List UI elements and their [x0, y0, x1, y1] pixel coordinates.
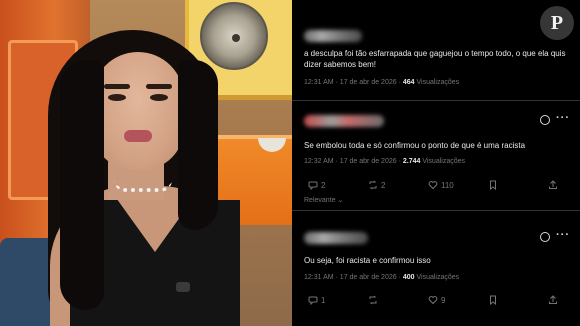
blurred-username	[304, 232, 368, 244]
retweet-count: 2	[381, 180, 386, 190]
hair-left-strand	[60, 60, 104, 310]
like-button[interactable]: 9	[428, 295, 445, 305]
share-icon	[549, 295, 557, 304]
reply-button[interactable]: 1	[308, 295, 325, 305]
reply-count: 2	[321, 180, 326, 190]
right-eyebrow	[146, 84, 172, 89]
like-count: 110	[441, 180, 454, 190]
heart-icon	[428, 181, 438, 190]
sort-label: Relevante	[304, 197, 336, 204]
grok-icon[interactable]	[540, 232, 550, 242]
divider	[292, 210, 580, 211]
bookmark-icon	[490, 180, 496, 190]
reply-button[interactable]: 2	[308, 180, 325, 190]
share-button[interactable]	[548, 295, 558, 305]
retweet-icon	[369, 295, 377, 305]
face	[92, 52, 184, 170]
lips	[124, 130, 152, 142]
lapel-mic	[176, 282, 190, 292]
necklace	[114, 180, 172, 192]
reply-count: 1	[321, 295, 326, 305]
tweet-meta: 12:31 AM · 17 de abr de 2026 · 464 Visua…	[304, 79, 460, 86]
tweet-feed: P a desculpa foi tão esfarrapada que gag…	[292, 0, 580, 326]
retweet-button[interactable]	[368, 295, 378, 305]
reply-icon	[308, 181, 318, 190]
brand-logo-icon: P	[540, 6, 574, 40]
more-options-icon[interactable]: ···	[556, 229, 570, 241]
tweet-actions: 1 9	[304, 295, 568, 307]
retweet-icon	[369, 180, 377, 190]
heart-icon	[428, 296, 438, 305]
hair-right-strand	[178, 60, 218, 230]
decorative-clock	[200, 2, 268, 70]
left-eyebrow	[104, 84, 130, 89]
like-button[interactable]: 110	[428, 180, 454, 190]
blurred-username	[304, 115, 384, 127]
tweet-text: a desculpa foi tão esfarrapada que gague…	[304, 49, 566, 69]
more-options-icon[interactable]: ···	[556, 112, 570, 124]
like-count: 9	[441, 295, 446, 305]
tweet-text: Ou seja, foi racista e confirmou isso	[304, 256, 431, 265]
left-eye	[108, 94, 126, 101]
blurred-username	[304, 30, 362, 42]
grok-icon[interactable]	[540, 115, 550, 125]
right-eye	[150, 94, 168, 101]
divider	[292, 100, 580, 101]
bookmark-button[interactable]	[488, 295, 498, 305]
reply-icon	[308, 296, 318, 305]
sort-relevance-dropdown[interactable]: Relevante ⌄	[304, 196, 343, 204]
share-icon	[549, 180, 557, 189]
bookmark-icon	[490, 295, 496, 305]
chevron-down-icon: ⌄	[337, 197, 344, 204]
speaker-photo	[0, 0, 292, 326]
tweet-text: Se embolou toda e só confirmou o ponto d…	[304, 141, 526, 150]
tweet-meta: 12:32 AM · 17 de abr de 2026 · 2.744 Vis…	[304, 158, 466, 165]
tweet-actions: 2 2 110	[304, 180, 568, 192]
retweet-button[interactable]: 2	[368, 180, 385, 190]
share-button[interactable]	[548, 180, 558, 190]
bookmark-button[interactable]	[488, 180, 498, 190]
tweet-meta: 12:31 AM · 17 de abr de 2026 · 400 Visua…	[304, 274, 460, 281]
